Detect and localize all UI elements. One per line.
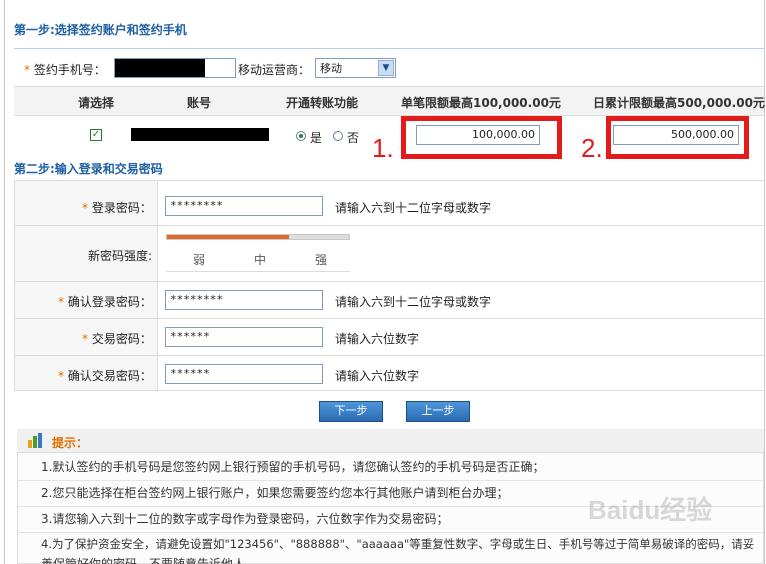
col-select: 请选择 bbox=[78, 96, 115, 110]
watermark-logo: Baidu经验 bbox=[588, 495, 713, 525]
trade-pwd-input[interactable]: ****** bbox=[165, 327, 323, 347]
col-transfer: 开通转账功能 bbox=[286, 96, 359, 110]
row-divider bbox=[14, 281, 764, 282]
next-button[interactable]: 下一步 bbox=[319, 401, 383, 422]
strength-label: 新密码强度: bbox=[88, 249, 153, 263]
col-single-limit: 单笔限额最高100,000.00元 bbox=[401, 96, 561, 110]
phone-label: * 签约手机号： bbox=[24, 63, 106, 77]
strength-underline bbox=[166, 271, 350, 272]
col-daily-limit: 日累计限额最高500,000.00元 bbox=[593, 96, 765, 110]
annotation-label-1: 1. bbox=[372, 133, 394, 163]
tips-header bbox=[17, 429, 764, 453]
login-pwd-label: * 登录密码： bbox=[82, 201, 152, 215]
carrier-label: 移动运营商： bbox=[238, 63, 311, 77]
row-divider bbox=[14, 355, 764, 356]
redacted-account bbox=[131, 128, 269, 141]
trade-pwd-hint: 请输入六位数字 bbox=[335, 332, 420, 346]
tip-item: 1.默认签约的手机号码是您签约网上银行预留的手机号码，请您确认签约的手机号码是否… bbox=[17, 454, 764, 481]
col-account: 账号 bbox=[187, 96, 212, 110]
form-bottom-border bbox=[14, 390, 764, 391]
carrier-value: 移动 bbox=[320, 62, 342, 75]
form-col-divider bbox=[157, 180, 158, 390]
frame-right bbox=[764, 0, 765, 564]
tip-item: 4.为了保护资金安全，请避免设置如"123456"、"888888"、"aaaa… bbox=[41, 537, 755, 564]
carrier-select[interactable]: 移动 ▼ bbox=[315, 58, 396, 78]
annotation-box-2 bbox=[606, 116, 749, 159]
tips-title: 提示： bbox=[52, 436, 89, 450]
confirm-login-input[interactable]: ******** bbox=[165, 290, 323, 310]
account-checkbox[interactable]: ✓ bbox=[90, 129, 102, 141]
confirm-login-label: * 确认登录密码： bbox=[58, 295, 152, 309]
login-pwd-input[interactable]: ******** bbox=[165, 196, 323, 216]
step1-title: 第一步:选择签约账户和签约手机 bbox=[14, 23, 187, 37]
strength-bar bbox=[166, 234, 350, 240]
bar-chart-icon bbox=[28, 433, 42, 448]
strength-strong: 强 bbox=[315, 253, 328, 267]
login-pwd-hint: 请输入六到十二位字母或数字 bbox=[335, 201, 492, 215]
strength-weak: 弱 bbox=[193, 253, 206, 267]
transfer-yes-label: 是 bbox=[310, 131, 323, 145]
transfer-no-radio[interactable] bbox=[333, 131, 343, 141]
step2-title: 第二步:输入登录和交易密码 bbox=[14, 162, 163, 176]
confirm-login-hint: 请输入六到十二位字母或数字 bbox=[335, 295, 492, 309]
confirm-trade-input[interactable]: ****** bbox=[165, 364, 323, 384]
redacted-phone bbox=[115, 59, 205, 77]
phone-input[interactable] bbox=[114, 58, 236, 78]
confirm-trade-label: * 确认交易密码： bbox=[58, 369, 152, 383]
divider bbox=[14, 48, 764, 49]
row-divider bbox=[14, 318, 764, 319]
strength-bar-fill bbox=[167, 235, 289, 239]
annotation-label-2: 2. bbox=[581, 133, 603, 163]
row-divider bbox=[14, 225, 764, 226]
chevron-down-icon[interactable]: ▼ bbox=[378, 60, 394, 76]
annotation-box-1 bbox=[401, 116, 562, 159]
transfer-no-label: 否 bbox=[347, 131, 360, 145]
strength-medium: 中 bbox=[254, 253, 267, 267]
trade-pwd-label: * 交易密码： bbox=[82, 332, 152, 346]
transfer-yes-radio[interactable] bbox=[296, 131, 306, 141]
prev-button[interactable]: 上一步 bbox=[406, 401, 470, 422]
frame-left bbox=[4, 0, 5, 564]
confirm-trade-hint: 请输入六位数字 bbox=[335, 369, 420, 383]
